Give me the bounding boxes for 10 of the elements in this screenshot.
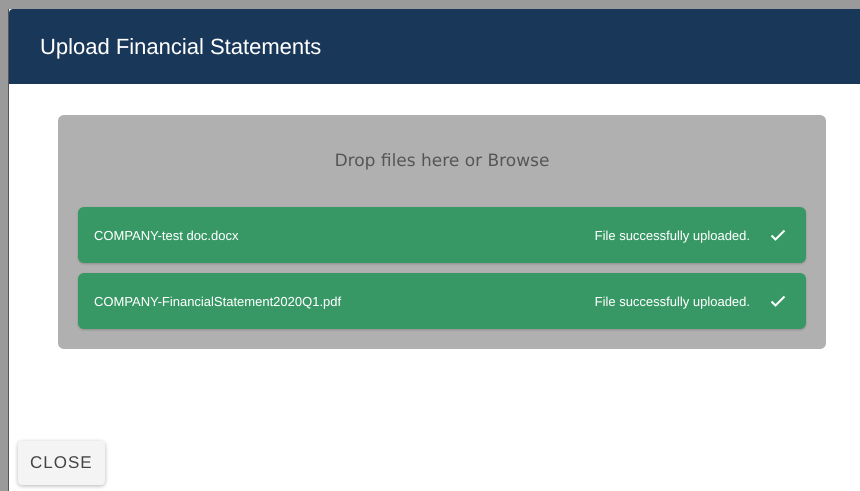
file-name: COMPANY-FinancialStatement2020Q1.pdf: [94, 294, 342, 308]
close-button[interactable]: CLOSE: [18, 441, 105, 485]
check-icon: [770, 295, 786, 307]
status-message: File successfully uploaded.: [594, 294, 750, 308]
drop-prompt: Drop files here or Browse: [334, 151, 550, 171]
status-message: File successfully uploaded.: [594, 228, 750, 242]
file-name: COMPANY-test doc.docx: [94, 228, 240, 242]
dialog-title: Upload Financial Statements: [40, 34, 322, 60]
drop-zone[interactable]: Drop files here or Browse COMPANY-test doc.docx File successfully uploaded. COMPANY-FinancialStatement2020Q1.pdf File successfully uploaded.: [58, 115, 826, 349]
check-icon: [770, 229, 786, 241]
